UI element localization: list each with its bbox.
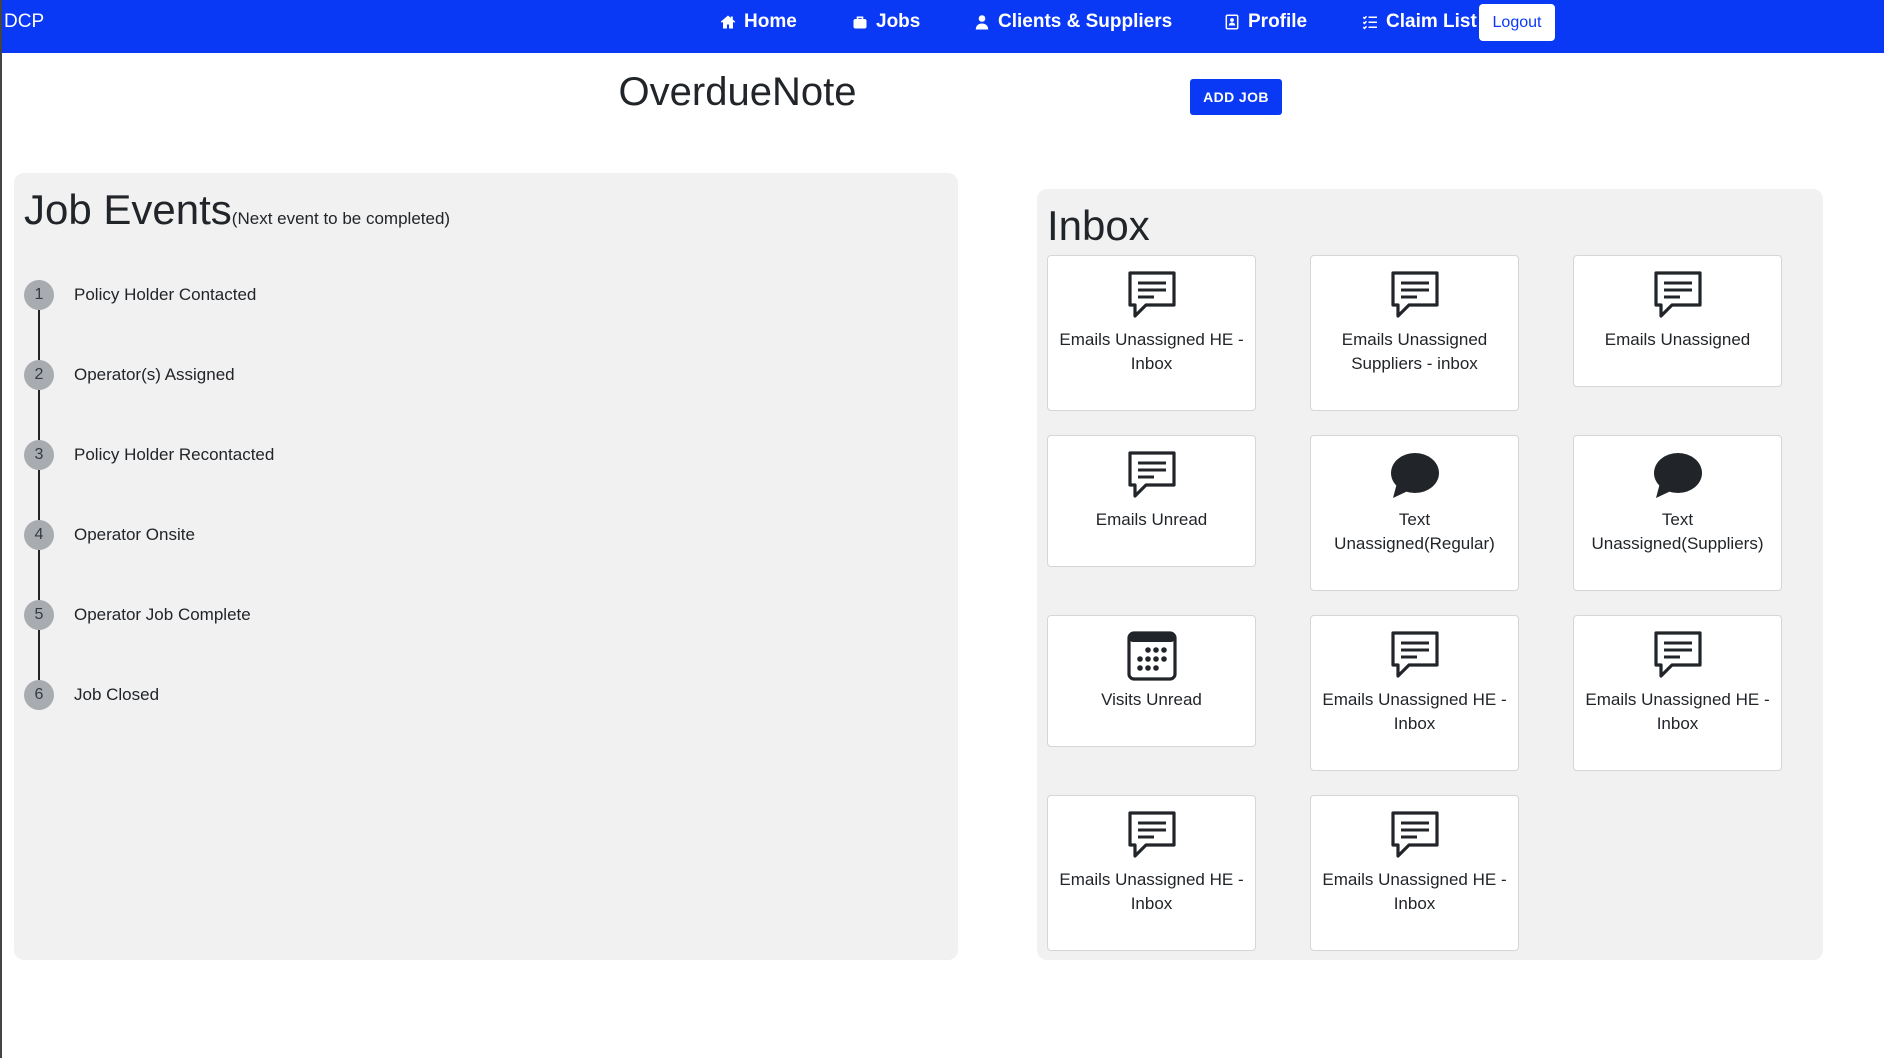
nav-home[interactable]: Home (720, 9, 797, 35)
message-square-icon (1389, 810, 1441, 862)
inbox-tile-emails-unassigned-he-inbox[interactable]: Emails Unassigned HE - Inbox (1047, 795, 1256, 951)
nav-claim-list[interactable]: Claim List (1362, 9, 1477, 35)
step-number-badge: 5 (24, 600, 54, 630)
add-job-button[interactable]: ADD JOB (1190, 79, 1282, 115)
inbox-tile-emails-unassigned[interactable]: Emails Unassigned (1573, 255, 1782, 387)
tile-label: Emails Unassigned HE - Inbox (1322, 870, 1507, 913)
step-number-badge: 3 (24, 440, 54, 470)
step-connector (38, 550, 40, 600)
step-label: Operator Job Complete (74, 605, 251, 624)
step-number-badge: 2 (24, 360, 54, 390)
step-label: Job Closed (74, 685, 160, 704)
nav-clients-suppliers-label: Clients & Suppliers (998, 11, 1173, 32)
step-connector (38, 390, 40, 440)
tile-label: Text Unassigned(Suppliers) (1591, 510, 1764, 553)
profile-icon (1224, 14, 1240, 30)
tile-label: Visits Unread (1101, 690, 1202, 709)
timeline-step: 5 Operator Job Complete (24, 600, 624, 680)
message-square-icon (1652, 630, 1704, 682)
message-square-icon (1652, 270, 1704, 322)
chat-bubble-icon (1652, 450, 1704, 502)
home-icon (720, 14, 736, 30)
nav-claim-list-label: Claim List (1386, 11, 1477, 32)
nav-profile-label: Profile (1248, 11, 1308, 32)
step-label: Operator(s) Assigned (74, 365, 235, 384)
tile-label: Emails Unassigned HE - Inbox (1059, 330, 1244, 373)
step-label: Operator Onsite (74, 525, 195, 544)
message-square-icon (1126, 450, 1178, 502)
person-icon (974, 14, 990, 30)
job-events-title: Job Events (24, 186, 232, 233)
nav-home-label: Home (744, 11, 797, 32)
job-events-panel: Job Events(Next event to be completed) 1… (14, 173, 958, 960)
inbox-tile-emails-unassigned-suppliers-inbox[interactable]: Emails Unassigned Suppliers - inbox (1310, 255, 1519, 411)
timeline-step: 4 Operator Onsite (24, 520, 624, 600)
tile-label: Emails Unassigned (1604, 330, 1751, 349)
step-label: Policy Holder Recontacted (74, 445, 275, 464)
message-square-icon (1126, 270, 1178, 322)
step-connector (38, 630, 40, 680)
inbox-tile-text-unassigned-suppliers[interactable]: Text Unassigned(Suppliers) (1573, 435, 1782, 591)
tile-label: Emails Unread (1095, 510, 1208, 529)
tile-label: Emails Unassigned HE - Inbox (1059, 870, 1244, 913)
step-label: Policy Holder Contacted (74, 285, 257, 304)
page-title: OverdueNote (618, 70, 857, 114)
brand-logo[interactable]: DCP (4, 10, 44, 34)
top-navbar: DCP Home Jobs Clients & Suppliers Profil… (2, 0, 1884, 53)
inbox-tile-emails-unassigned-he-inbox[interactable]: Emails Unassigned HE - Inbox (1310, 615, 1519, 771)
chat-bubble-icon (1389, 450, 1441, 502)
timeline-step: 3 Policy Holder Recontacted (24, 440, 624, 520)
step-number-badge: 4 (24, 520, 54, 550)
inbox-title: Inbox (1047, 202, 1150, 249)
tile-label: Text Unassigned(Regular) (1334, 510, 1495, 553)
inbox-tile-emails-unassigned-he-inbox[interactable]: Emails Unassigned HE - Inbox (1310, 795, 1519, 951)
message-square-icon (1389, 270, 1441, 322)
step-connector (38, 310, 40, 360)
timeline-step: 2 Operator(s) Assigned (24, 360, 624, 440)
tile-label: Emails Unassigned Suppliers - inbox (1341, 330, 1488, 373)
nav-jobs[interactable]: Jobs (852, 9, 920, 35)
nav-jobs-label: Jobs (876, 11, 921, 32)
list-check-icon (1362, 14, 1378, 30)
step-number-badge: 6 (24, 680, 54, 710)
timeline-step: 6 Job Closed (24, 680, 624, 760)
message-square-icon (1389, 630, 1441, 682)
step-connector (38, 470, 40, 520)
nav-profile[interactable]: Profile (1224, 9, 1307, 35)
inbox-panel: Inbox Emails Unassigned HE - Inbox Email… (1037, 189, 1823, 960)
calendar-icon (1126, 630, 1178, 682)
inbox-tile-text-unassigned-regular[interactable]: Text Unassigned(Regular) (1310, 435, 1519, 591)
job-events-subtitle: (Next event to be completed) (231, 209, 451, 228)
briefcase-icon (852, 14, 868, 30)
window-left-edge (0, 0, 2, 1058)
tile-label: Emails Unassigned HE - Inbox (1585, 690, 1770, 733)
inbox-tile-visits-unread[interactable]: Visits Unread (1047, 615, 1256, 747)
timeline-step: 1 Policy Holder Contacted (24, 280, 624, 360)
inbox-tile-emails-unread[interactable]: Emails Unread (1047, 435, 1256, 567)
step-number-badge: 1 (24, 280, 54, 310)
inbox-tile-emails-unassigned-he-inbox[interactable]: Emails Unassigned HE - Inbox (1047, 255, 1256, 411)
nav-clients-suppliers[interactable]: Clients & Suppliers (974, 9, 1172, 35)
job-events-heading: Job Events(Next event to be completed) (24, 185, 450, 235)
inbox-tile-emails-unassigned-he-inbox[interactable]: Emails Unassigned HE - Inbox (1573, 615, 1782, 771)
tile-label: Emails Unassigned HE - Inbox (1322, 690, 1507, 733)
job-events-timeline: 1 Policy Holder Contacted 2 Operator(s) … (24, 280, 624, 760)
message-square-icon (1126, 810, 1178, 862)
logout-button[interactable]: Logout (1479, 4, 1555, 41)
